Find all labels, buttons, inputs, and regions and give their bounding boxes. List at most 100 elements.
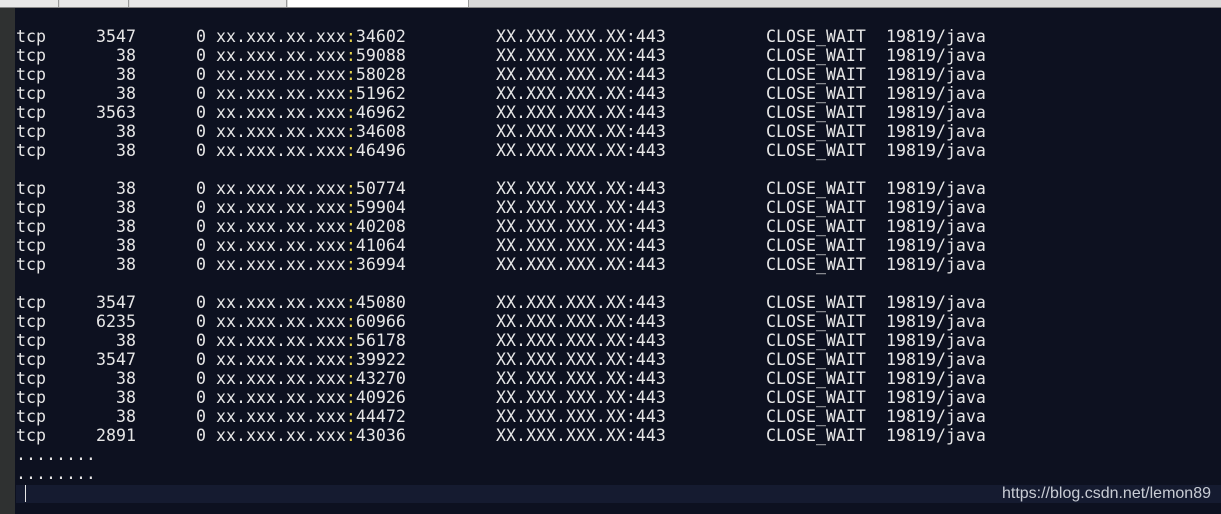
connection-state: CLOSE_WAIT: [766, 350, 866, 369]
connection-state: CLOSE_WAIT: [766, 331, 866, 350]
recv-q: 38: [116, 255, 136, 274]
connection-state: CLOSE_WAIT: [766, 388, 866, 407]
connection-state: CLOSE_WAIT: [766, 179, 866, 198]
colon-separator: :: [345, 217, 356, 236]
send-q: 0: [196, 426, 206, 445]
local-port: 40208: [355, 217, 406, 236]
send-q: 0: [196, 255, 206, 274]
local-host: xx.xxx.xx.xxx: [216, 426, 346, 445]
netstat-row: tcp 38 0 xx.xxx.xx.xxx:34608 XX.XXX.XXX.XX:4…: [16, 122, 1221, 141]
recv-q: 38: [116, 65, 136, 84]
connection-state: CLOSE_WAIT: [766, 407, 866, 426]
colon-separator: :: [345, 407, 356, 426]
recv-q: 38: [116, 46, 136, 65]
pid-program: 19819/java: [886, 46, 986, 65]
pid-program: 19819/java: [886, 407, 986, 426]
remote-address: XX.XXX.XXX.XX:443: [496, 369, 666, 388]
colon-separator: :: [345, 103, 356, 122]
send-q: 0: [196, 312, 206, 331]
send-q: 0: [196, 369, 206, 388]
netstat-row: tcp 3547 0 xx.xxx.xx.xxx:45080 XX.XXX.XXX.XX…: [16, 293, 1221, 312]
local-address: xx.xxx.xx.xxx:40926: [216, 388, 406, 407]
remote-address: XX.XXX.XXX.XX:443: [496, 46, 666, 65]
colon-separator: :: [345, 65, 356, 84]
terminal-output[interactable]: tcp 3547 0 xx.xxx.xx.xxx:34602 XX.XXX.XXX.XX…: [16, 27, 1221, 483]
local-port: 56178: [355, 331, 406, 350]
proto: tcp: [16, 312, 46, 331]
connection-state: CLOSE_WAIT: [766, 255, 866, 274]
recv-q: 6235: [96, 312, 136, 331]
local-host: xx.xxx.xx.xxx: [216, 312, 346, 331]
send-q: 0: [196, 103, 206, 122]
local-host: xx.xxx.xx.xxx: [216, 46, 346, 65]
connection-state: CLOSE_WAIT: [766, 122, 866, 141]
local-port: 59904: [355, 198, 406, 217]
send-q: 0: [196, 141, 206, 160]
local-host: xx.xxx.xx.xxx: [216, 293, 346, 312]
colon-separator: :: [345, 350, 356, 369]
local-port: 36994: [355, 255, 406, 274]
connection-state: CLOSE_WAIT: [766, 369, 866, 388]
netstat-row: tcp 38 0 xx.xxx.xx.xxx:51962 XX.XXX.XXX.XX:4…: [16, 84, 1221, 103]
connection-state: CLOSE_WAIT: [766, 103, 866, 122]
remote-address: XX.XXX.XXX.XX:443: [496, 407, 666, 426]
pid-program: 19819/java: [886, 388, 986, 407]
proto: tcp: [16, 407, 46, 426]
netstat-row: tcp 38 0 xx.xxx.xx.xxx:40208 XX.XXX.XXX.XX:4…: [16, 217, 1221, 236]
recv-q: 38: [116, 236, 136, 255]
netstat-row: tcp 38 0 xx.xxx.xx.xxx:40926 XX.XXX.XXX.XX:4…: [16, 388, 1221, 407]
remote-address: XX.XXX.XXX.XX:443: [496, 179, 666, 198]
colon-separator: :: [345, 369, 356, 388]
pid-program: 19819/java: [886, 312, 986, 331]
recv-q: 38: [116, 122, 136, 141]
window-tab-strip: [0, 0, 1221, 8]
local-host: xx.xxx.xx.xxx: [216, 103, 346, 122]
recv-q: 38: [116, 369, 136, 388]
local-port: 58028: [355, 65, 406, 84]
local-host: xx.xxx.xx.xxx: [216, 255, 346, 274]
pid-program: 19819/java: [886, 255, 986, 274]
remote-address: XX.XXX.XXX.XX:443: [496, 27, 666, 46]
proto: tcp: [16, 293, 46, 312]
browser-tab[interactable]: [0, 0, 59, 7]
remote-address: XX.XXX.XXX.XX:443: [496, 141, 666, 160]
pid-program: 19819/java: [886, 350, 986, 369]
proto: tcp: [16, 217, 46, 236]
recv-q: 3547: [96, 350, 136, 369]
colon-separator: :: [345, 179, 356, 198]
pid-program: 19819/java: [886, 84, 986, 103]
remote-address: XX.XXX.XXX.XX:443: [496, 65, 666, 84]
local-address: xx.xxx.xx.xxx:56178: [216, 331, 406, 350]
local-address: xx.xxx.xx.xxx:39922: [216, 350, 406, 369]
remote-address: XX.XXX.XXX.XX:443: [496, 331, 666, 350]
proto: tcp: [16, 103, 46, 122]
local-address: xx.xxx.xx.xxx:40208: [216, 217, 406, 236]
local-port: 34602: [355, 27, 406, 46]
netstat-row: tcp 38 0 xx.xxx.xx.xxx:58028 XX.XXX.XXX.XX:4…: [16, 65, 1221, 84]
netstat-row: tcp 3563 0 xx.xxx.xx.xxx:46962 XX.XXX.XXX.XX…: [16, 103, 1221, 122]
local-host: xx.xxx.xx.xxx: [216, 388, 346, 407]
local-address: xx.xxx.xx.xxx:45080: [216, 293, 406, 312]
send-q: 0: [196, 236, 206, 255]
colon-separator: :: [345, 27, 356, 46]
browser-tab-active[interactable]: [288, 0, 469, 7]
local-address: xx.xxx.xx.xxx:60966: [216, 312, 406, 331]
local-port: 45080: [355, 293, 406, 312]
remote-address: XX.XXX.XXX.XX:443: [496, 122, 666, 141]
local-host: xx.xxx.xx.xxx: [216, 217, 346, 236]
browser-tab[interactable]: [60, 0, 129, 7]
recv-q: 38: [116, 331, 136, 350]
browser-tab[interactable]: [130, 0, 287, 7]
send-q: 0: [196, 293, 206, 312]
proto: tcp: [16, 350, 46, 369]
proto: tcp: [16, 236, 46, 255]
proto: tcp: [16, 331, 46, 350]
local-port: 39922: [355, 350, 406, 369]
remote-address: XX.XXX.XXX.XX:443: [496, 293, 666, 312]
proto: tcp: [16, 255, 46, 274]
local-port: 34608: [355, 122, 406, 141]
colon-separator: :: [345, 388, 356, 407]
netstat-row: tcp 38 0 xx.xxx.xx.xxx:56178 XX.XXX.XXX.XX:4…: [16, 331, 1221, 350]
